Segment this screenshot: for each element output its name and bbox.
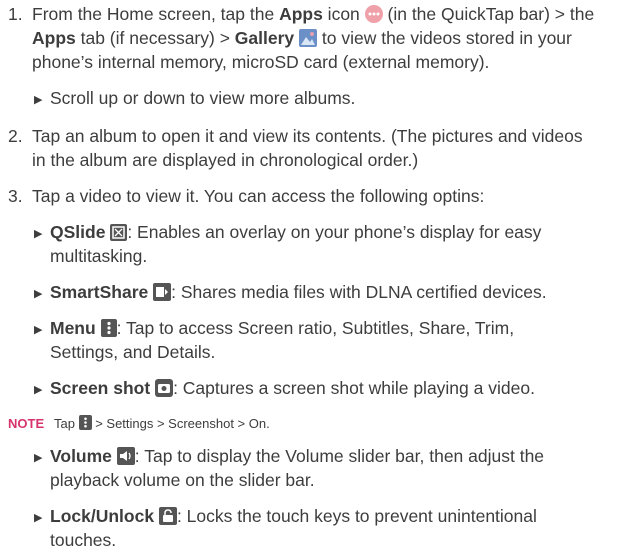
- step-3-text: Tap a video to view it. You can access t…: [32, 186, 485, 206]
- screenshot-icon: [155, 379, 174, 397]
- gallery-icon: [299, 29, 318, 47]
- scroll-bullet-text: Scroll up or down to view more albums.: [50, 88, 356, 108]
- apps-bold: Apps: [279, 4, 323, 24]
- lock-icon: [158, 507, 177, 525]
- bullet-marker: ▶: [34, 452, 43, 464]
- smartshare-item: SmartShare : Shares media files with DLN…: [50, 282, 547, 302]
- bullet-marker: ▶: [34, 228, 43, 240]
- bullet-marker: ▶: [34, 384, 43, 396]
- step-2-text-line2: in the album are displayed in chronologi…: [32, 150, 419, 170]
- menu-icon: [78, 414, 92, 430]
- note-text: Tap > Settings > Screenshot > On.: [54, 414, 270, 431]
- qslide-icon: [110, 223, 128, 241]
- gallery-bold: Gallery: [234, 28, 295, 48]
- manual-page: 1. From the Home screen, tap the Apps ic…: [0, 0, 638, 550]
- menu-item-line2: Settings, and Details.: [50, 342, 216, 362]
- volume-item: Volume : Tap to display the Volume slide…: [50, 446, 545, 466]
- screenshot-item: Screen shot : Captures a screen shot whi…: [50, 378, 535, 398]
- smartshare-icon: [153, 283, 172, 301]
- note-label: NOTE: [8, 416, 45, 431]
- qslide-item: QSlide : Enables an overlay on your phon…: [50, 222, 542, 242]
- bullet-marker: ▶: [34, 324, 43, 336]
- bullet-marker: ▶: [34, 288, 43, 300]
- volume-icon: [116, 447, 135, 465]
- step-number: 2.: [8, 126, 23, 146]
- menu-icon: [100, 319, 117, 337]
- apps-icon: [364, 5, 383, 23]
- volume-item-line2: playback volume on the slider bar.: [50, 470, 315, 490]
- step-1-text: From the Home screen, tap the Apps icon …: [32, 4, 595, 24]
- lock-item-line2: touches.: [50, 530, 117, 550]
- step-1-text-line2: Apps tab (if necessary) > Gallery to vie…: [32, 28, 572, 48]
- bullet-marker: ▶: [34, 512, 43, 524]
- qslide-item-line2: multitasking.: [50, 246, 148, 266]
- step-number: 1.: [8, 4, 23, 24]
- step-1-text-line3: phone’s internal memory, microSD card (e…: [32, 52, 490, 72]
- menu-item: Menu : Tap to access Screen ratio, Subti…: [50, 318, 515, 338]
- apps-tab-bold: Apps: [32, 28, 76, 48]
- step-2-text: Tap an album to open it and view its con…: [32, 126, 583, 146]
- lock-item: Lock/Unlock : Locks the touch keys to pr…: [50, 506, 537, 526]
- bullet-marker: ▶: [34, 94, 43, 106]
- step-number: 3.: [8, 186, 23, 206]
